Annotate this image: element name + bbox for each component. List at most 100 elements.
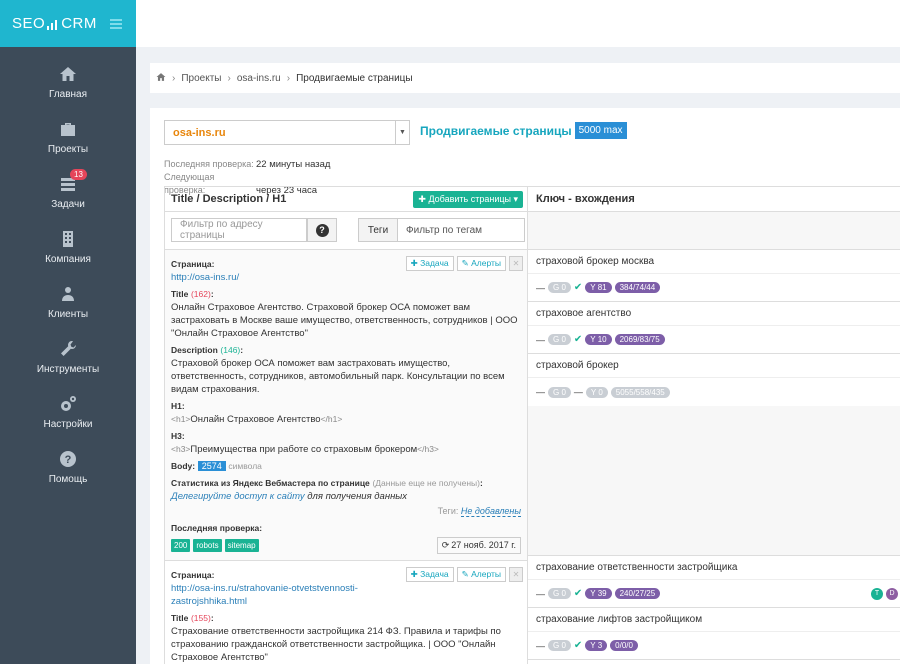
sidebar-item-help[interactable]: ? Помощь [0, 440, 136, 495]
task-button-label: Задача [420, 569, 449, 579]
pages-column: Title / Description / H1 ✚ Добавить стра… [164, 186, 528, 664]
project-select[interactable]: osa-ins.ru ▼ [164, 120, 410, 145]
sidebar-item-clients[interactable]: Клиенты [0, 275, 136, 330]
h3-text: Преимущества при работе со страховым бро… [190, 444, 418, 455]
page-block: ✚ Задача ✎ Алерты ✕ Страница: http://osa… [165, 250, 527, 561]
webmaster-note: (Данные еще не получены) [372, 478, 480, 488]
tags-filter-input[interactable]: Фильтр по тегам [397, 218, 525, 242]
frequency-badge: 2069/83/75 [614, 334, 665, 345]
sidebar-item-label: Задачи [51, 199, 85, 210]
keyword-stats: — G 0 ✔ Y 3 0/0/0 [528, 632, 900, 660]
pages-column-title: Title / Description / H1 [171, 193, 287, 205]
recheck-button[interactable]: ⟳ 27 нояб. 2017 г. [436, 537, 521, 554]
title-text: Онлайн Страховое Агентство. Страховой бр… [171, 302, 518, 339]
task-button[interactable]: ✚ Задача [405, 567, 454, 582]
webmaster-label: Статистика из Яндекс Вебмастера по стран… [171, 478, 370, 488]
sidebar-item-home[interactable]: Главная [0, 55, 136, 110]
google-position-badge: G 0 [548, 588, 571, 599]
webmaster-colon: : [479, 478, 483, 488]
add-pages-button[interactable]: ✚ Добавить страницы ▾ [413, 190, 523, 208]
close-icon[interactable]: ✕ [509, 256, 523, 271]
sidebar-item-label: Помощь [48, 474, 88, 485]
t-badge[interactable]: T [871, 587, 883, 600]
frequency-badge: 0/0/0 [610, 640, 638, 651]
keyword-name: страховое агентство [528, 302, 900, 326]
h3-close-tag: </h3> [417, 444, 439, 454]
keyword-stats: — G 0 ✔ Y 81 384/74/44 [528, 274, 900, 302]
d-badge[interactable]: D [886, 587, 898, 600]
sidebar-nav: Главная Проекты 13 Задачи Компания Клиен… [0, 47, 136, 495]
description-text: Страховой брокер ОСА поможет вам застрах… [171, 358, 505, 395]
frequency-badge: 384/74/44 [614, 282, 661, 293]
extra-badges: T D [871, 587, 898, 600]
keywords-column: Ключ - вхождения страховой брокер москва… [528, 186, 900, 664]
help-button[interactable]: ? [307, 218, 337, 242]
building-icon [59, 230, 77, 248]
h1-close-tag: </h1> [320, 414, 343, 424]
frequency-badge: 5055/558/435 [610, 386, 670, 398]
keywords-empty-area [528, 406, 900, 556]
page-actions: ✚ Задача ✎ Алерты ✕ [405, 567, 523, 582]
page-heading: Продвигаемые страницы 5000 max [420, 122, 627, 139]
question-icon: ? [59, 450, 77, 468]
breadcrumb-project-link[interactable]: osa-ins.ru [237, 73, 281, 84]
keyword-name: страхование ответственности застройщика [528, 556, 900, 580]
robots-badge: robots [193, 539, 222, 552]
sidebar-item-tasks[interactable]: 13 Задачи [0, 165, 136, 220]
logo-text-left: SEO [12, 15, 46, 32]
question-icon: ? [315, 223, 329, 237]
menu-toggle-icon[interactable] [110, 18, 122, 29]
sidebar-item-tools[interactable]: Инструменты [0, 330, 136, 385]
last-check-label: Последняя проверка: [164, 159, 254, 169]
title-label: Title [171, 613, 189, 623]
title-text: Страхование ответственности застройщика … [171, 626, 501, 663]
sidebar-item-settings[interactable]: Настройки [0, 385, 136, 440]
home-icon[interactable] [156, 72, 166, 85]
alerts-button[interactable]: ✎ Алерты [456, 256, 506, 271]
keywords-column-header: Ключ - вхождения [528, 187, 900, 212]
breadcrumb-separator: › [227, 72, 231, 84]
h1-label: H1: [171, 401, 185, 411]
pages-column-header: Title / Description / H1 ✚ Добавить стра… [165, 187, 527, 212]
keyword-stats: — G 0 ✔ Y 10 2069/83/75 [528, 326, 900, 354]
tasks-count-badge: 13 [70, 169, 87, 180]
dash: — [536, 640, 545, 651]
yandex-position-badge: Y 81 [585, 282, 612, 293]
logo-text-right: CRM [61, 15, 97, 32]
title-length: (155) [190, 613, 211, 623]
page-url-link[interactable]: http://osa-ins.ru/ [171, 271, 521, 284]
sidebar-item-company[interactable]: Компания [0, 220, 136, 275]
page-tags-prefix: Теги: [437, 506, 459, 516]
check-icon: ✔ [573, 640, 583, 651]
delegate-access-link[interactable]: Делегируйте доступ к сайту [171, 491, 305, 502]
sidebar-item-projects[interactable]: Проекты [0, 110, 136, 165]
url-filter-input[interactable]: Фильтр по адресу страницы [171, 218, 307, 242]
page-tags-add-link[interactable]: Не добавлены [460, 506, 521, 517]
chevron-down-icon[interactable]: ▼ [395, 121, 409, 144]
dash: — [536, 334, 545, 345]
alerts-button[interactable]: ✎ Алерты [456, 567, 506, 582]
refresh-icon: ⟳ [441, 540, 450, 550]
sidebar-item-label: Главная [48, 89, 88, 100]
breadcrumb-projects-link[interactable]: Проекты [181, 73, 221, 84]
page-url-link[interactable]: http://osa-ins.ru/strahovanie-otvetstven… [171, 582, 521, 608]
google-position-badge: G 0 [548, 334, 571, 345]
logo[interactable]: SEO CRM [0, 0, 136, 47]
users-icon [59, 285, 77, 303]
sitemap-badge: sitemap [224, 539, 259, 552]
dash: — [536, 588, 545, 599]
task-button[interactable]: ✚ Задача [405, 256, 454, 271]
delegate-rest-text: для получения данных [307, 491, 408, 502]
breadcrumb-separator: › [286, 72, 291, 84]
wrench-icon [59, 340, 77, 358]
sidebar-item-label: Клиенты [47, 309, 89, 320]
close-icon[interactable]: ✕ [509, 567, 523, 582]
check-icon: ✔ [573, 282, 583, 293]
frequency-badge: 240/27/25 [614, 588, 661, 599]
limit-badge: 5000 max [574, 122, 627, 139]
check-date: 27 нояб. 2017 г. [451, 540, 516, 550]
google-position-badge: G 0 [548, 386, 571, 398]
svg-text:?: ? [65, 454, 72, 466]
keywords-spacer [528, 212, 900, 250]
page-actions: ✚ Задача ✎ Алерты ✕ [405, 256, 523, 271]
